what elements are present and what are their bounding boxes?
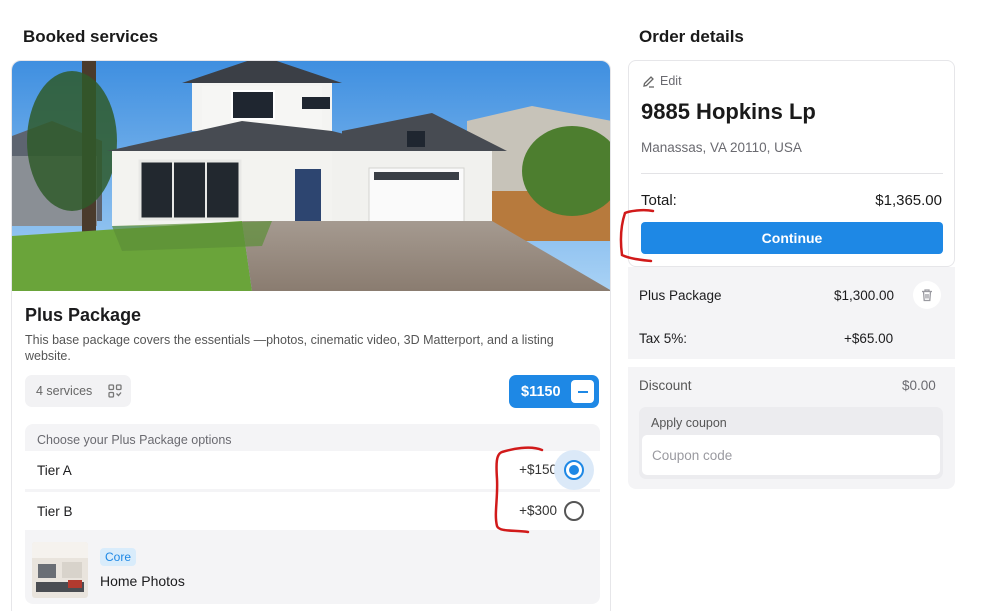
tax-label: Tax 5%: (639, 331, 688, 346)
edit-label: Edit (660, 74, 682, 88)
tier-name: Tier B (37, 503, 73, 519)
package-options: Choose your Plus Package options Tier A … (25, 424, 600, 604)
continue-button[interactable]: Continue (641, 222, 943, 254)
address-city: Manassas, VA 20110, USA (641, 140, 802, 155)
coupon-section: Apply coupon (639, 407, 943, 479)
tier-name: Tier A (37, 462, 72, 478)
divider (641, 173, 943, 174)
package-price: $1150 (521, 383, 561, 400)
discount-value: $0.00 (902, 378, 936, 393)
grid-icon (108, 384, 122, 398)
booked-service-card: Plus Package This base package covers th… (11, 60, 611, 611)
order-details-title: Order details (639, 27, 744, 46)
tier-option-b[interactable]: Tier B +$300 (25, 492, 600, 530)
service-item-home-photos[interactable]: Core Home Photos (25, 534, 600, 604)
discount-label: Discount (639, 378, 692, 393)
property-photo (12, 61, 610, 291)
order-breakdown: Plus Package $1,300.00 Tax 5%: +$65.00 D… (628, 267, 955, 489)
booked-services-title: Booked services (23, 27, 159, 46)
services-count-chip[interactable]: 4 services (25, 375, 131, 407)
services-count-label: 4 services (36, 384, 93, 398)
service-name: Home Photos (100, 573, 185, 589)
coupon-input[interactable] (642, 435, 940, 475)
tier-price: +$300 (519, 503, 557, 518)
total-label: Total: (641, 192, 677, 209)
package-title: Plus Package (25, 305, 142, 325)
core-badge: Core (100, 548, 137, 566)
tier-price: +$150 (519, 462, 557, 477)
tier-option-a[interactable]: Tier A +$150 (25, 450, 600, 490)
package-description: This base package covers the essentials … (25, 333, 554, 363)
minus-icon[interactable] (571, 380, 594, 403)
total-value: $1,365.00 (875, 192, 942, 209)
tier-a-radio[interactable] (564, 460, 584, 480)
tier-b-radio[interactable] (564, 501, 584, 521)
section-gap (628, 359, 955, 367)
line-item-label: Plus Package (639, 288, 722, 303)
coupon-label: Apply coupon (651, 416, 727, 430)
address-street: 9885 Hopkins Lp (641, 99, 816, 124)
edit-address-link[interactable]: Edit (642, 74, 682, 88)
trash-icon[interactable] (913, 281, 941, 309)
options-label: Choose your Plus Package options (37, 433, 232, 447)
line-item-value: $1,300.00 (834, 288, 895, 303)
package-price-toggle[interactable]: $1150 (509, 375, 599, 408)
tax-value: +$65.00 (844, 331, 894, 346)
pencil-icon (643, 75, 654, 88)
order-summary-card: Edit 9885 Hopkins Lp Manassas, VA 20110,… (628, 60, 955, 267)
service-thumbnail (32, 542, 88, 598)
